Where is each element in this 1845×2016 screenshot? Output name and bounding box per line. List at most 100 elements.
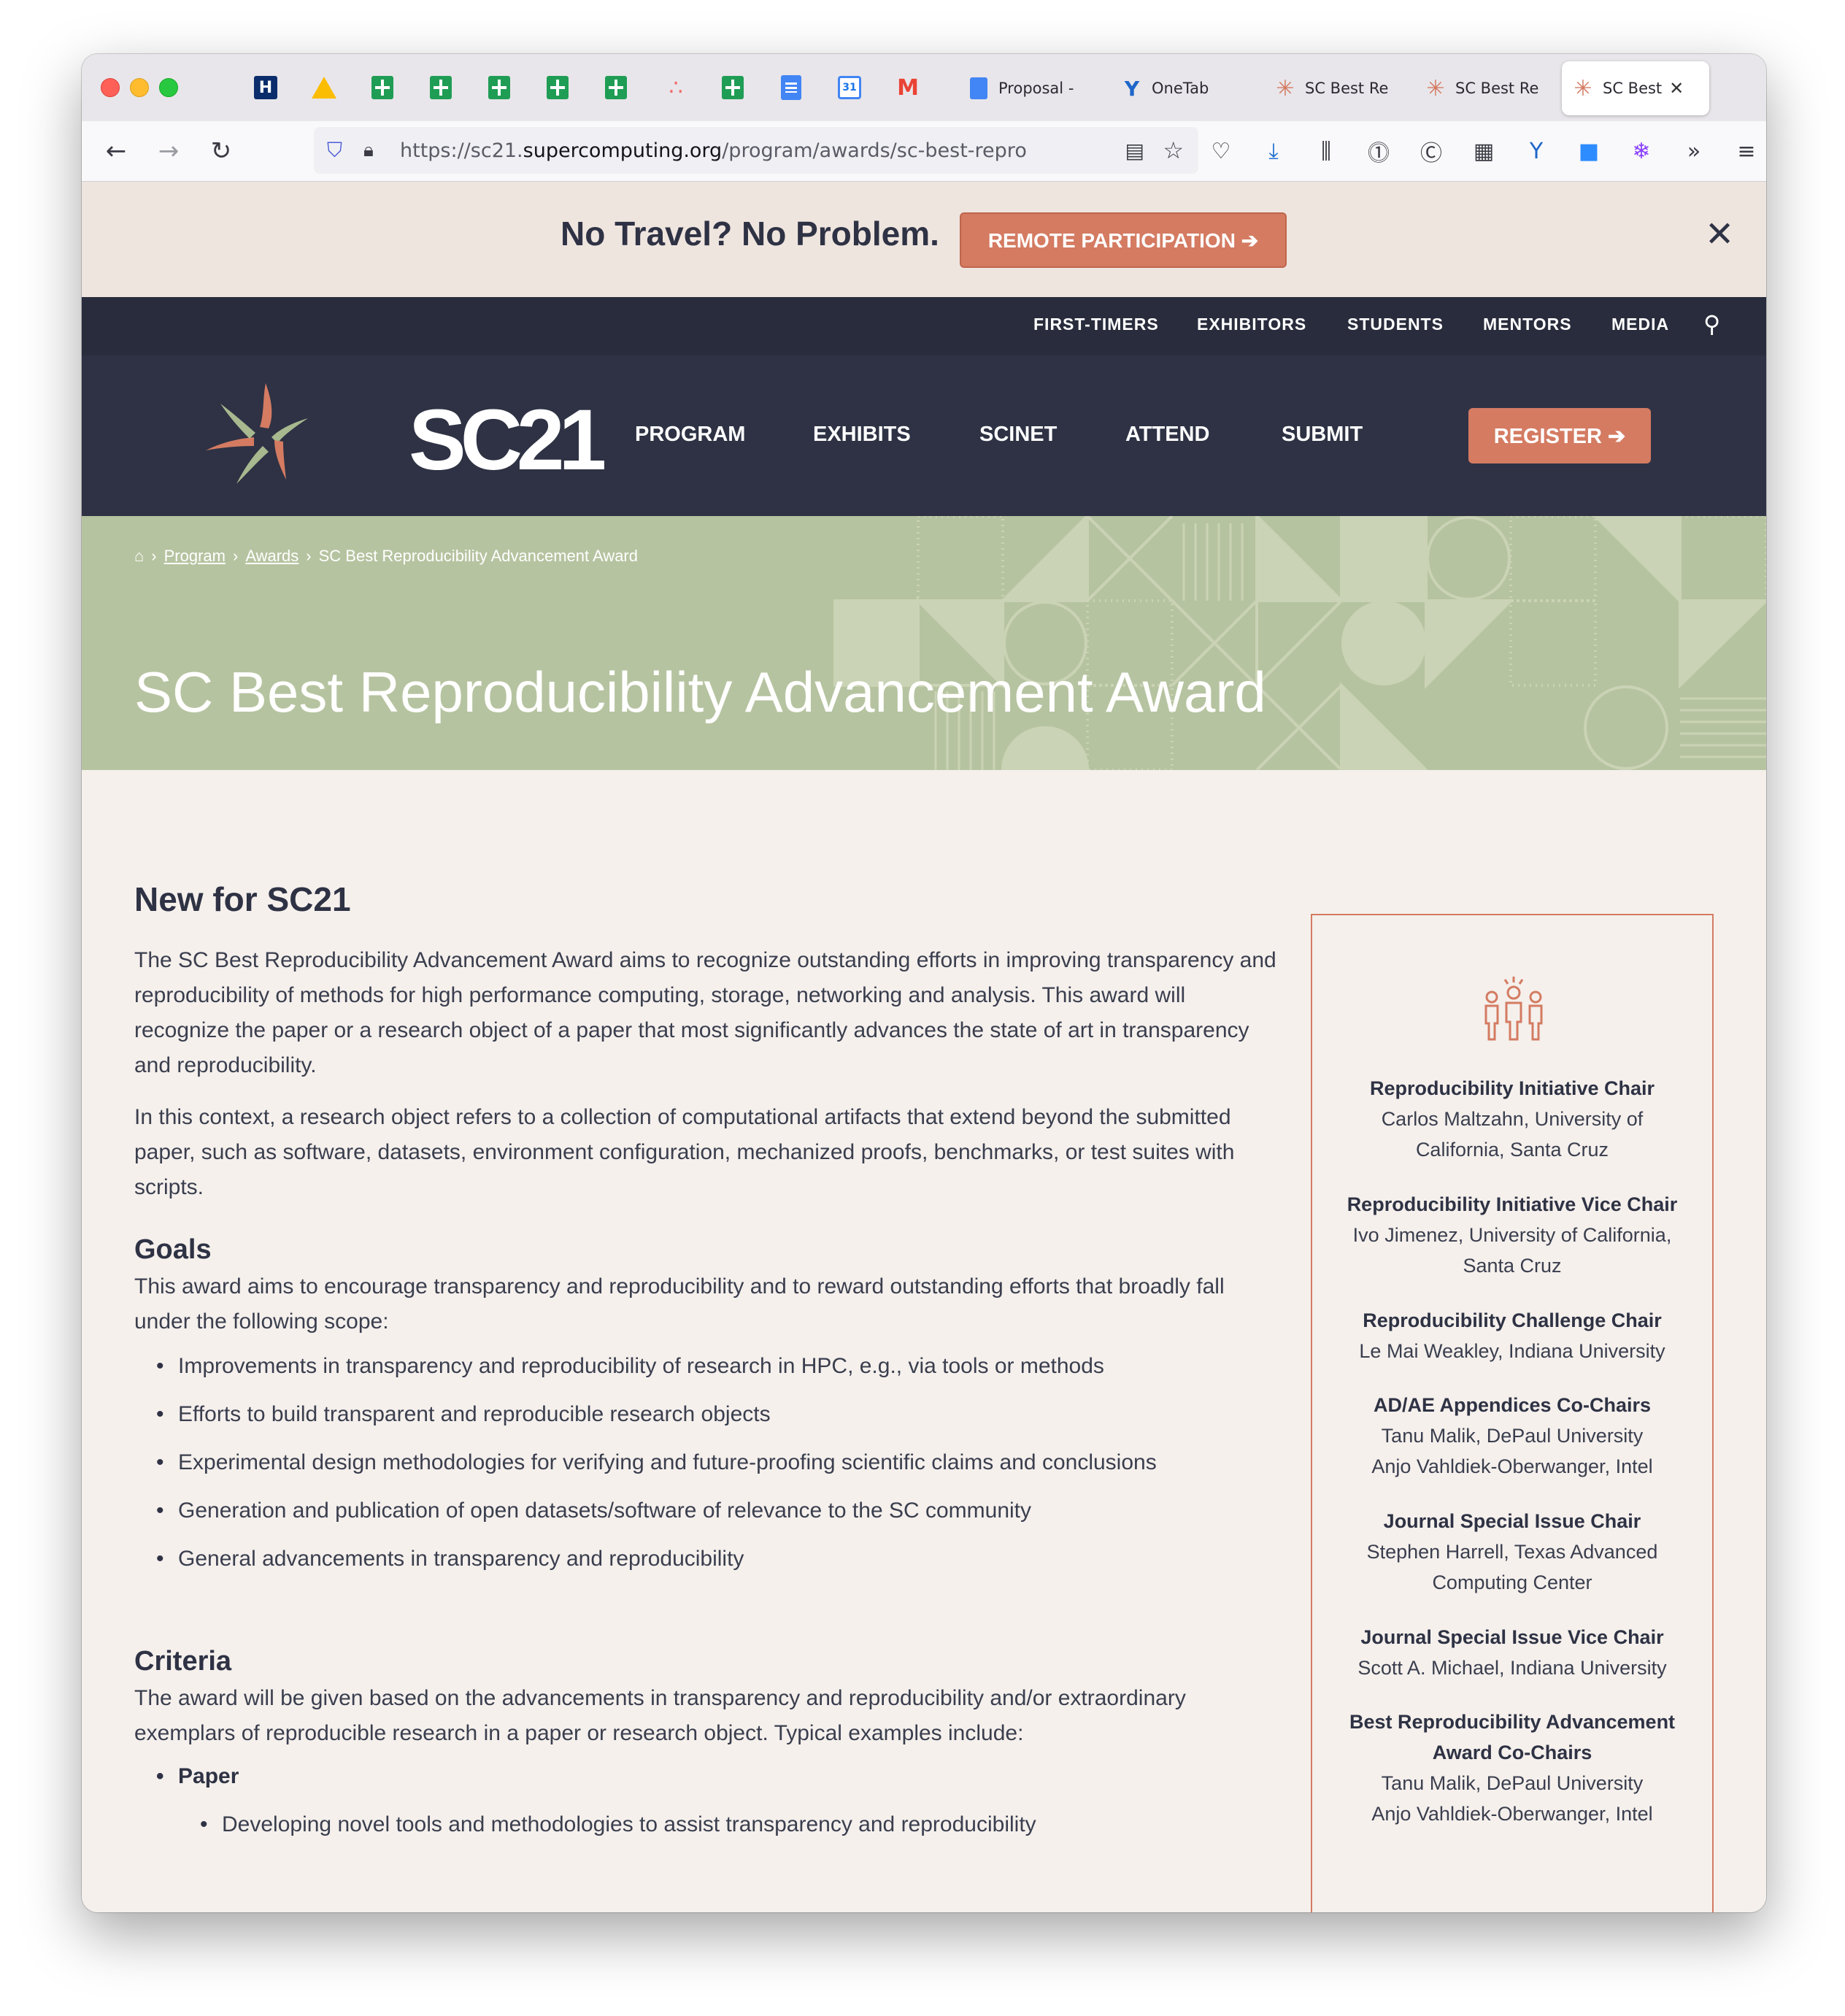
nav-attend[interactable]: ATTEND <box>1125 423 1209 447</box>
search-icon[interactable]: ⚲ <box>1703 310 1720 338</box>
address-bar[interactable]: ⛉ 🔒︎ https://sc21.supercomputing.org/pro… <box>314 127 1198 174</box>
section-heading-criteria: Criteria <box>134 1646 232 1677</box>
register-button[interactable]: REGISTER ➔ <box>1468 408 1651 463</box>
breadcrumb-awards[interactable]: Awards <box>245 547 298 566</box>
tab-label: Proposal - <box>998 80 1074 97</box>
pinned-tab-drive[interactable] <box>311 74 337 101</box>
nav-scinet[interactable]: SCINET <box>979 423 1057 447</box>
topnav-students[interactable]: STUDENTS <box>1347 315 1444 334</box>
person-name: Tanu Malik, DePaul University <box>1381 1772 1644 1794</box>
geometric-pattern-decoration <box>833 516 1766 770</box>
people-celebrating-icon <box>1484 977 1543 1041</box>
topnav-first-timers[interactable]: FIRST-TIMERS <box>1033 315 1159 334</box>
role-title: Best Reproducibility Advancement <box>1349 1711 1676 1733</box>
pinned-tab-sheet-4[interactable] <box>544 74 571 101</box>
role-title: Reproducibility Initiative Vice Chair <box>1347 1193 1678 1215</box>
person-name: Computing Center <box>1432 1571 1592 1593</box>
breadcrumb: ⌂ › Program › Awards › SC Best Reproduci… <box>134 547 638 566</box>
pinned-tab-docs[interactable] <box>778 74 804 101</box>
person-name: Le Mai Weakley, Indiana University <box>1359 1340 1665 1362</box>
extension-c-icon[interactable]: Ⓒ <box>1416 136 1447 166</box>
google-sheets-icon <box>722 76 744 99</box>
tab-label: SC Best Re <box>1305 80 1389 97</box>
extension-1password-icon[interactable]: ⓵ <box>1363 136 1394 166</box>
downloads-icon[interactable]: ⤓ <box>1258 136 1289 166</box>
home-icon[interactable]: ⌂ <box>134 547 144 566</box>
forward-arrow-icon[interactable]: → <box>152 134 185 168</box>
pinned-tab-sheet-5[interactable] <box>603 74 629 101</box>
list-item: Generation and publication of open datas… <box>134 1487 1157 1535</box>
extension-grid-icon[interactable]: ▦ <box>1468 136 1499 166</box>
remote-participation-button[interactable]: REMOTE PARTICIPATION ➔ <box>960 212 1287 268</box>
topnav-exhibitors[interactable]: EXHIBITORS <box>1197 315 1306 334</box>
sc21-favicon-icon: ✳ <box>1426 75 1445 101</box>
reader-view-icon[interactable]: ▤ <box>1125 139 1144 163</box>
web-page: No Travel? No Problem. REMOTE PARTICIPAT… <box>82 182 1766 1912</box>
criteria-list: Paper <box>134 1753 239 1801</box>
role-title: Journal Special Issue Vice Chair <box>1360 1626 1664 1648</box>
close-window-button[interactable] <box>101 78 120 97</box>
nav-program[interactable]: PROGRAM <box>635 423 745 447</box>
tab-sc-best-2[interactable]: ✳ SC Best Re <box>1414 61 1560 115</box>
pocket-icon[interactable]: ♡ <box>1206 136 1236 166</box>
breadcrumb-program[interactable]: Program <box>164 547 226 566</box>
pinned-tab-gmail[interactable]: M <box>895 74 921 101</box>
tracking-protection-shield-icon[interactable]: ⛉ <box>327 138 349 163</box>
chevron-right-icon: › <box>151 547 157 565</box>
topnav-media[interactable]: MEDIA <box>1611 315 1669 334</box>
sc21-star-mark-icon <box>206 383 308 484</box>
tab-proposal[interactable]: Proposal - <box>958 61 1111 115</box>
minimize-window-button[interactable] <box>130 78 149 97</box>
sc21-favicon-icon: ✳ <box>1574 75 1592 101</box>
role-title: AD/AE Appendices Co-Chairs <box>1373 1394 1652 1416</box>
utility-nav: FIRST-TIMERS EXHIBITORS STUDENTS MENTORS… <box>82 297 1766 355</box>
nav-submit[interactable]: SUBMIT <box>1282 423 1363 447</box>
chevron-right-icon: › <box>232 547 239 565</box>
onetab-extension-icon[interactable]: Y <box>1521 136 1552 166</box>
browser-window: H ∴ 31 M Proposal - Y OneTab ✳ SC Best R… <box>82 54 1766 1912</box>
pinned-tab-sheet-6[interactable] <box>720 74 746 101</box>
zoom-window-button[interactable] <box>159 78 178 97</box>
pinned-tab-sheet-1[interactable] <box>369 74 396 101</box>
pinned-tab-h[interactable]: H <box>253 74 279 101</box>
google-sheets-icon <box>605 76 627 99</box>
goals-list: Improvements in transparency and reprodu… <box>134 1342 1157 1583</box>
google-sheets-icon <box>371 76 393 99</box>
tab-sc-best-1[interactable]: ✳ SC Best Re <box>1264 61 1410 115</box>
pinned-tab-sheet-3[interactable] <box>486 74 512 101</box>
library-icon[interactable]: ⫼ <box>1311 136 1341 166</box>
pinned-tab-calendar[interactable]: 31 <box>836 74 863 101</box>
person-name: Carlos Maltzahn, University of <box>1381 1108 1644 1130</box>
tab-onetab[interactable]: Y OneTab <box>1111 61 1257 115</box>
extension-snowflake-icon[interactable]: ❄ <box>1626 136 1657 166</box>
section-heading-goals: Goals <box>134 1234 212 1265</box>
committee-sidebar: Reproducibility Initiative Chair Carlos … <box>1311 914 1714 1912</box>
google-docs-icon <box>781 75 801 100</box>
page-hero: ⌂ › Program › Awards › SC Best Reproduci… <box>82 516 1766 770</box>
breadcrumb-current: SC Best Reproducibility Advancement Awar… <box>318 547 638 565</box>
topnav-mentors[interactable]: MENTORS <box>1483 315 1572 334</box>
zoom-extension-icon[interactable]: ■ <box>1574 136 1604 166</box>
pinned-tab-sheet-2[interactable] <box>428 74 454 101</box>
bookmark-star-icon[interactable]: ☆ <box>1163 136 1184 164</box>
list-item: General advancements in transparency and… <box>134 1535 1157 1583</box>
hamburger-menu-icon[interactable]: ≡ <box>1731 136 1762 166</box>
close-tab-icon[interactable]: ✕ <box>1669 78 1684 99</box>
tab-sc-best-active[interactable]: ✳ SC Best ✕ <box>1562 61 1709 115</box>
overflow-chevrons-icon[interactable]: » <box>1679 136 1709 166</box>
main-nav: SC21 PROGRAM EXHIBITS SCINET ATTEND SUBM… <box>82 355 1766 516</box>
gmail-icon: M <box>897 74 919 101</box>
reload-icon[interactable]: ↻ <box>204 134 238 168</box>
list-item: Efforts to build transparent and reprodu… <box>134 1390 1157 1439</box>
intro-paragraph-2: In this context, a research object refer… <box>134 1105 1235 1199</box>
pinned-tab-asana[interactable]: ∴ <box>661 74 687 101</box>
criteria-intro: The award will be given based on the adv… <box>134 1686 1186 1745</box>
google-docs-icon <box>968 77 990 99</box>
lock-icon[interactable]: 🔒︎ <box>363 139 385 162</box>
back-arrow-icon[interactable]: ← <box>99 134 133 168</box>
close-banner-icon[interactable]: ✕ <box>1705 214 1734 255</box>
url-text[interactable]: https://sc21.supercomputing.org/program/… <box>400 139 1028 162</box>
chevron-right-icon: › <box>306 547 312 565</box>
list-item: Paper <box>134 1753 239 1801</box>
nav-exhibits[interactable]: EXHIBITS <box>813 423 911 447</box>
